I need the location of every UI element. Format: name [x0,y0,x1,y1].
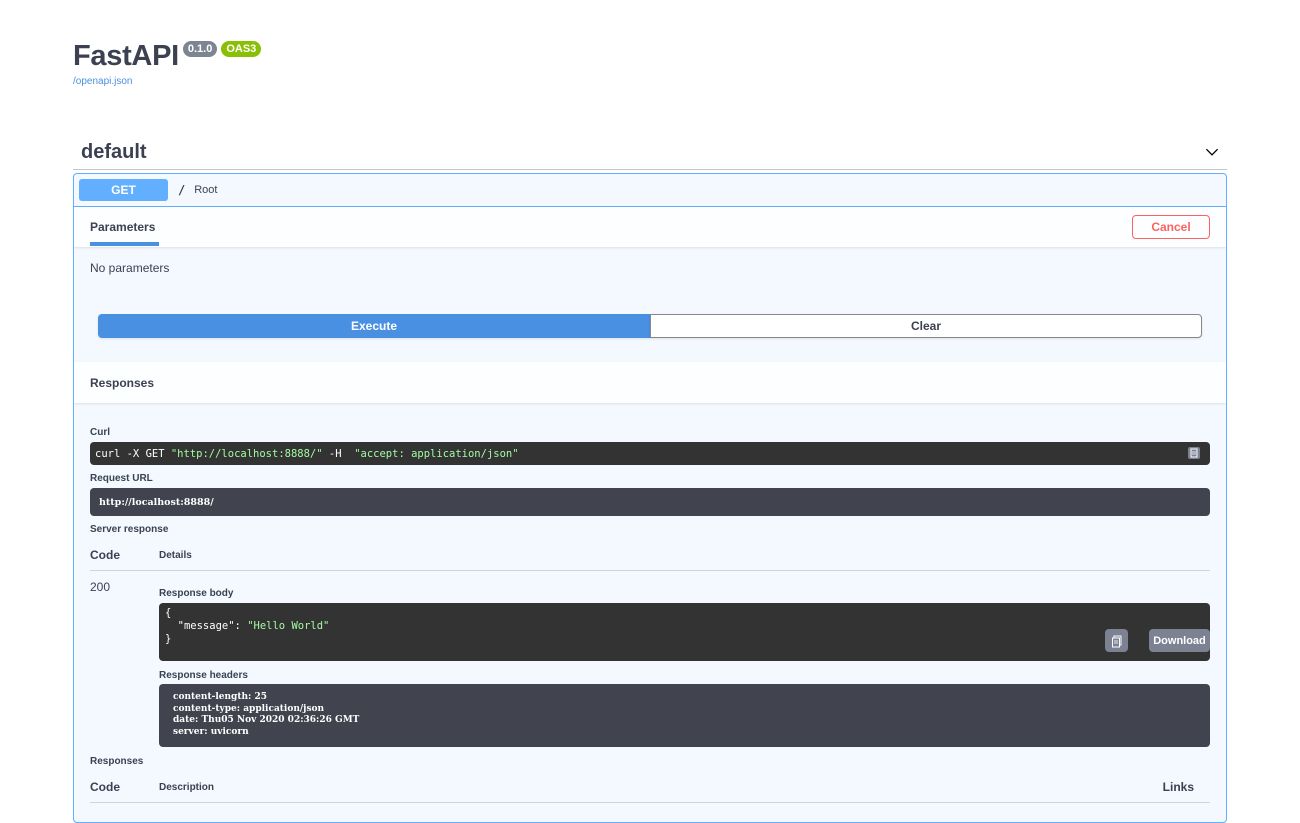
copy-to-clipboard-icon[interactable] [1105,629,1128,652]
no-parameters-text: No parameters [90,261,170,275]
api-info: FastAPI 0.1.0 OAS3 /openapi.json [73,38,262,87]
parameters-header: Parameters Cancel [74,207,1226,247]
tag-section-header[interactable]: default [73,130,1227,170]
response-header-line: date: Thu05 Nov 2020 02:36:26 GMT [173,715,360,725]
curl-command[interactable]: curl -X GET "http://localhost:8888/" -H … [90,442,1210,465]
download-button[interactable]: Download [1149,629,1210,652]
curl-header: "accept: application/json" [354,447,519,460]
request-url-value: http://localhost:8888/ [90,488,1210,516]
oas-badge: OAS3 [221,41,262,57]
tag-name: default [81,141,147,163]
json-value: "Hello World" [247,620,330,632]
code-column-header: Code [90,780,120,794]
json-open-brace: { [165,607,172,619]
response-headers-label: Response headers [159,670,248,681]
response-body[interactable]: { "message": "Hello World" } Download [159,603,1210,661]
curl-prefix: curl -X GET [95,447,171,460]
execute-button-group: Execute Clear [98,314,1202,338]
code-column-header: Code [90,548,120,562]
curl-label: Curl [90,427,110,438]
request-url-label: Request URL [90,473,153,484]
server-response-label: Server response [90,524,169,535]
responses-header: Responses [74,362,1226,403]
response-body-label: Response body [159,588,234,599]
cancel-button[interactable]: Cancel [1132,215,1210,239]
openapi-json-link[interactable]: /openapi.json [73,76,261,87]
operation-summary[interactable]: GET / Root [74,174,1226,207]
response-header-line: content-type: application/json [173,703,325,714]
json-close-brace: } [165,633,172,645]
json-colon: : [234,620,248,632]
version-badge: 0.1.0 [182,41,218,57]
description-column-header: Description [159,782,215,793]
responses-title: Responses [90,375,155,390]
responses-table-header: Code Description Links [90,773,1210,803]
operation-block-get-root: GET / Root Parameters Cancel No paramete… [73,173,1227,823]
json-key: "message" [165,620,235,632]
response-headers: content-length: 25 content-type: applica… [159,684,1210,747]
chevron-down-icon[interactable] [1205,145,1219,159]
details-column-header: Details [159,550,192,561]
method-badge: GET [79,179,168,201]
response-header-line: server: uvicorn [173,726,249,737]
clear-button[interactable]: Clear [650,314,1202,338]
tab-active-indicator [90,242,159,246]
responses-label: Responses [90,756,144,767]
api-title: FastAPI [73,40,179,72]
execute-button[interactable]: Execute [98,314,650,338]
operation-path: / [178,183,186,197]
response-status-code: 200 [90,580,111,594]
copy-to-clipboard-icon[interactable] [1186,445,1202,461]
title-row: FastAPI 0.1.0 OAS3 [73,38,262,74]
links-column-header: Links [1162,780,1194,794]
response-header-line: content-length: 25 [173,692,268,702]
curl-flag: -H [322,447,355,460]
curl-url: "http://localhost:8888/" [170,447,323,460]
tab-parameters[interactable]: Parameters [90,207,155,247]
server-response-table-header: Code Details [90,541,1210,571]
operation-summary-text: Root [194,184,218,196]
